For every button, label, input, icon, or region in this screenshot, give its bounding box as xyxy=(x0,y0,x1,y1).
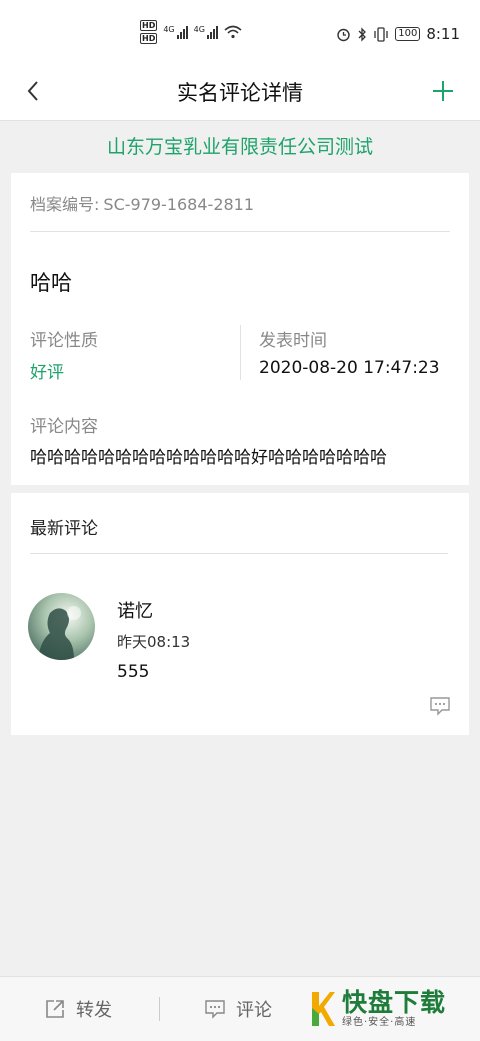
plus-icon[interactable] xyxy=(430,78,456,104)
watermark-title: 快盘下载 xyxy=(342,988,447,1017)
comment-button[interactable]: 评论 xyxy=(204,977,272,1041)
archive-label: 档案编号: xyxy=(30,195,100,214)
comment-time: 昨天08:13 xyxy=(117,633,191,651)
comment-title: 哈哈 xyxy=(30,271,72,295)
archive-number: 档案编号: SC-979-1684-2811 xyxy=(30,191,254,215)
hd-icon: HD xyxy=(140,33,158,44)
bluetooth-icon xyxy=(358,26,367,42)
page-title: 实名评论详情 xyxy=(177,81,303,105)
forward-label: 转发 xyxy=(76,1000,112,1021)
divider xyxy=(159,997,160,1021)
battery-icon: 100 xyxy=(395,27,421,41)
divider xyxy=(30,231,450,232)
signal-icon: 4G xyxy=(194,25,218,39)
logo-icon xyxy=(312,992,335,1026)
watermark-slogan: 绿色·安全·高速 xyxy=(342,1017,417,1028)
content-value: 哈哈哈哈哈哈哈哈哈哈哈哈哈好哈哈哈哈哈哈哈 xyxy=(30,448,387,468)
wifi-icon xyxy=(224,25,242,39)
avatar[interactable] xyxy=(28,593,95,660)
comment-label: 评论 xyxy=(236,1000,272,1021)
commenter-name: 诺忆 xyxy=(117,601,153,622)
status-bar: HD HD 4G 4G 100 8:11 xyxy=(0,0,480,64)
hd-icon: HD xyxy=(140,20,158,31)
clock: 8:11 xyxy=(426,25,460,43)
nature-label: 评论性质 xyxy=(30,331,98,351)
divider xyxy=(30,553,448,554)
avatar-image xyxy=(28,593,95,660)
content-label: 评论内容 xyxy=(30,417,98,437)
hd-icons: HD HD xyxy=(140,20,158,44)
publish-time-value: 2020-08-20 17:47:23 xyxy=(259,358,440,378)
system-indicators: 100 8:11 xyxy=(336,25,460,43)
network-indicators: HD HD 4G 4G xyxy=(140,20,242,44)
alarm-icon xyxy=(337,28,350,41)
share-icon xyxy=(46,1000,64,1018)
nav-bar: 实名评论详情 xyxy=(0,64,480,121)
comment-text: 555 xyxy=(117,662,150,682)
network-type-label: 4G xyxy=(193,25,205,34)
watermark-logo: 快盘下载 绿色·安全·高速 xyxy=(310,989,446,1029)
vertical-divider xyxy=(240,325,241,380)
reply-icon[interactable] xyxy=(429,696,451,716)
comment-detail-card: 档案编号: SC-979-1684-2811 哈哈 评论性质 好评 发表时间 20… xyxy=(11,173,469,485)
latest-comments-header: 最新评论 xyxy=(30,519,98,539)
publish-time-label: 发表时间 xyxy=(259,331,327,351)
signal-icon: 4G xyxy=(163,25,188,39)
nature-value: 好评 xyxy=(30,363,64,383)
company-name: 山东万宝乳业有限责任公司测试 xyxy=(106,136,373,158)
comment-icon xyxy=(205,1000,225,1019)
forward-button[interactable]: 转发 xyxy=(44,977,112,1041)
archive-value: SC-979-1684-2811 xyxy=(103,195,255,214)
latest-comments-card: 最新评论 诺忆 昨天08:13 555 xyxy=(11,493,469,735)
network-type-label: 4G xyxy=(163,25,175,34)
vibrate-icon xyxy=(374,26,388,42)
